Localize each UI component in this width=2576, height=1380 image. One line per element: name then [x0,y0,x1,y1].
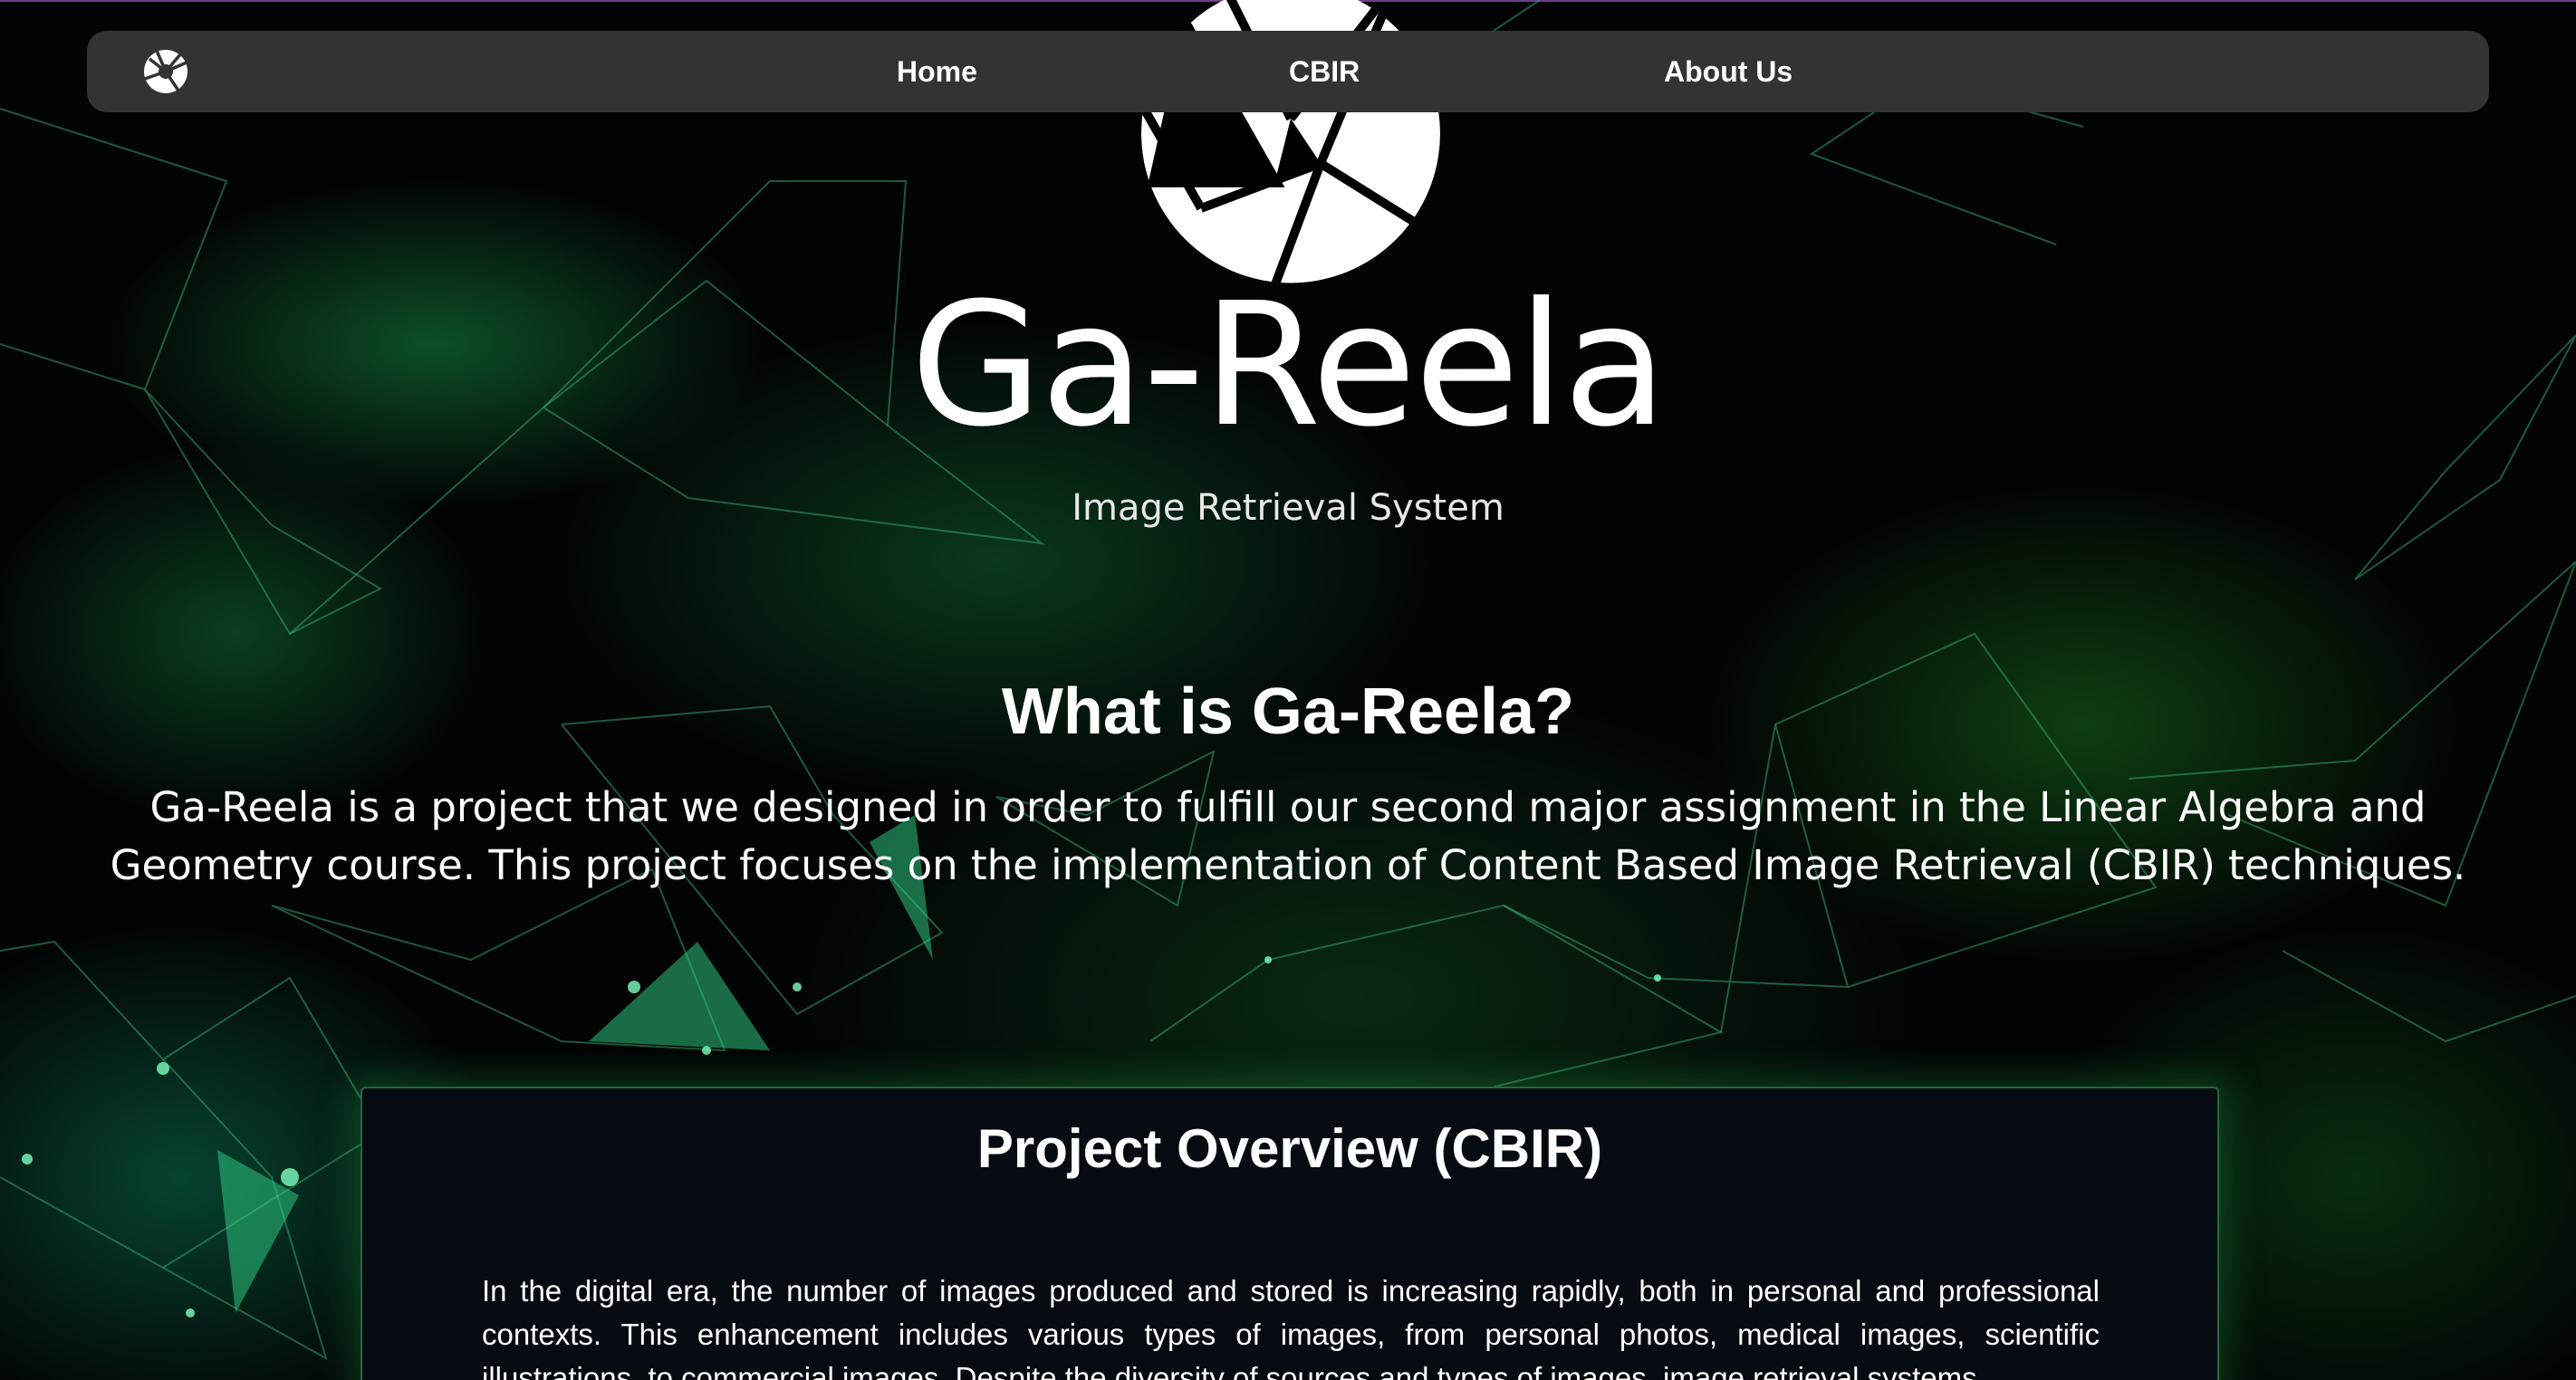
camera-aperture-icon[interactable] [143,49,188,94]
brand-subtitle: Image Retrieval System [1072,487,1504,529]
overview-card: Project Overview (CBIR) In the digital e… [360,1087,2219,1380]
nav-about-link[interactable]: About Us [1664,31,1793,112]
about-heading: What is Ga-Reela? [1001,676,1575,748]
brand-title: Ga-Reela [910,266,1668,465]
nav-home-link[interactable]: Home [897,31,977,112]
about-text: Ga-Reela is a project that we designed i… [110,783,2466,889]
nav-cbir-link[interactable]: CBIR [1289,31,1360,112]
page: Home CBIR About Us Ga-Reela Image Retrie… [0,0,2576,1380]
overview-text: In the digital era, the number of images… [482,1274,2100,1380]
navbar: Home CBIR About Us [87,31,2489,112]
overview-heading: Project Overview (CBIR) [976,1118,1603,1179]
